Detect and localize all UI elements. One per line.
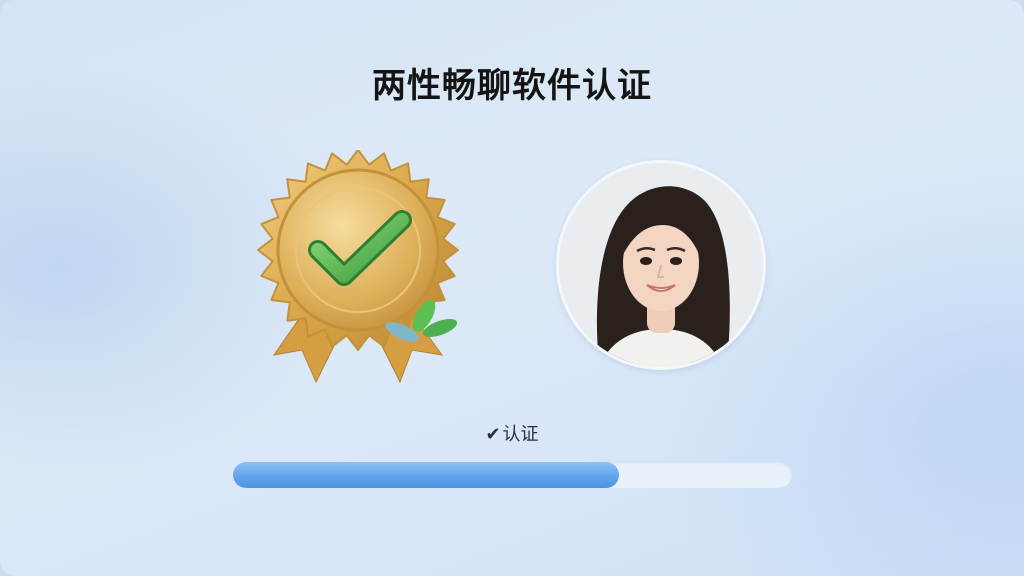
progress-bar bbox=[233, 462, 792, 488]
avatar bbox=[556, 160, 766, 370]
page-title: 两性畅聊软件认证 bbox=[372, 66, 652, 106]
portrait-icon bbox=[559, 163, 763, 367]
status-text: 认证 bbox=[502, 424, 539, 445]
verification-screen: 两性畅聊软件认证 ✔ 认证 bbox=[0, 0, 1024, 576]
progress-fill bbox=[233, 462, 619, 488]
status-label: ✔ 认证 bbox=[0, 420, 1024, 446]
check-icon: ✔ bbox=[485, 424, 501, 445]
verification-badge-icon bbox=[257, 150, 459, 384]
